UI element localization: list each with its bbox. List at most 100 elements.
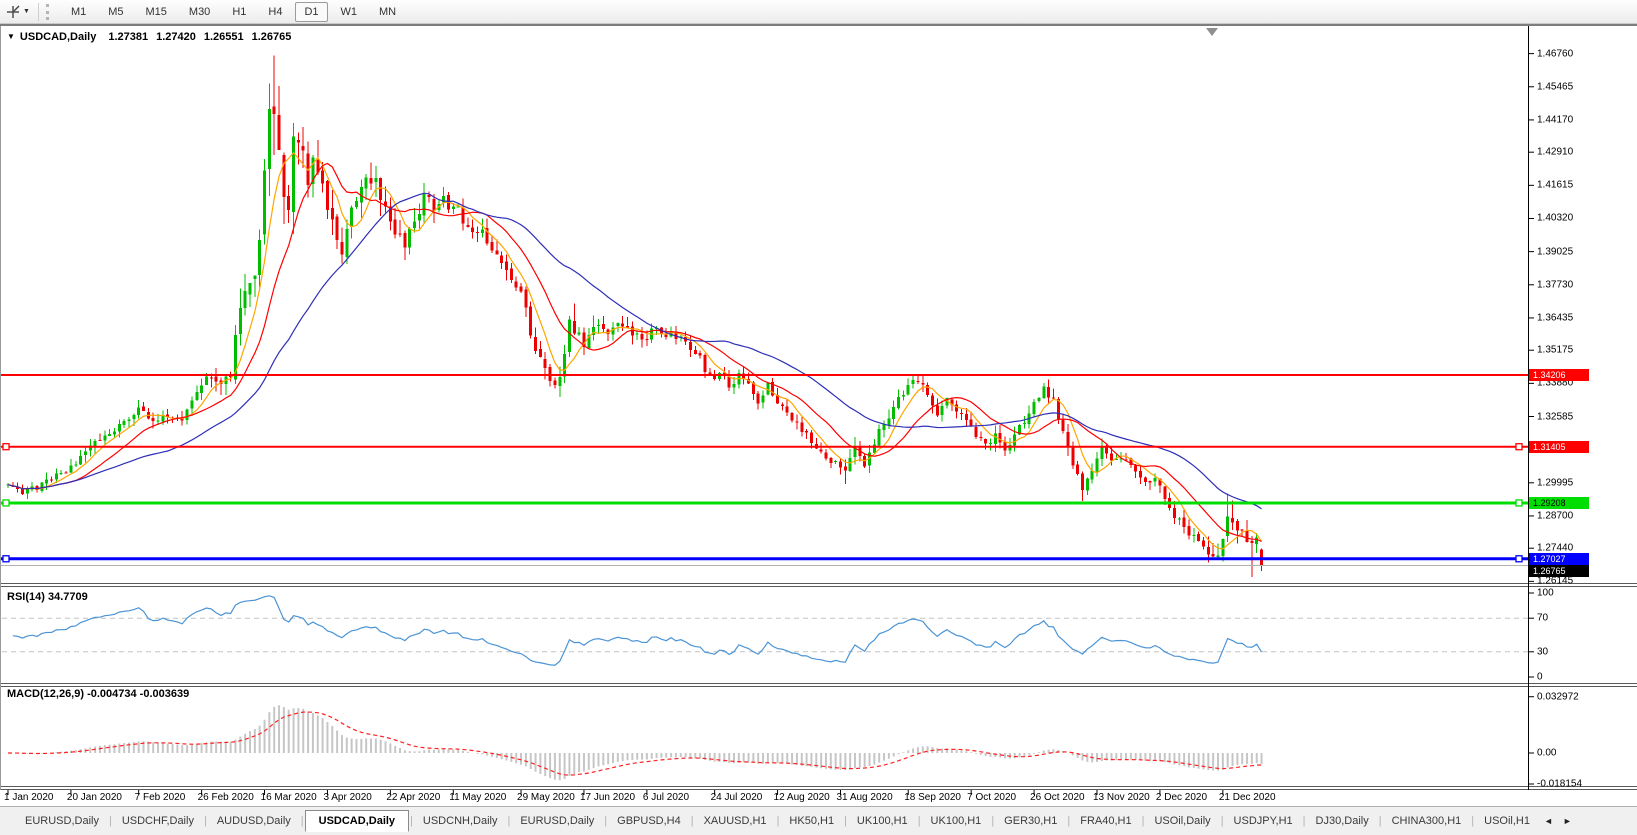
chart-tab-hk50h1[interactable]: HK50,H1 bbox=[780, 811, 843, 831]
price-tick-label: 1.26145 bbox=[1537, 576, 1573, 587]
macd-signal-line bbox=[8, 712, 1262, 775]
tab-separator: | bbox=[777, 815, 780, 827]
price-tick-label: 1.37730 bbox=[1537, 279, 1573, 290]
ohlc-open-value: 1.27381 bbox=[108, 31, 148, 43]
price-tick-label: 1.28700 bbox=[1537, 510, 1573, 521]
chart-tab-usdcnhdaily[interactable]: USDCNH,Daily bbox=[414, 811, 507, 831]
date-tick-label: 1 Jan 2020 bbox=[4, 792, 54, 803]
chart-tab-ger30h1[interactable]: GER30,H1 bbox=[995, 811, 1066, 831]
line-handle[interactable] bbox=[1516, 556, 1522, 562]
current-price-badge: 1.26765 bbox=[1529, 565, 1589, 577]
chart-tab-gbpusdh4[interactable]: GBPUSD,H4 bbox=[608, 811, 690, 831]
price-line-badge-1-34206: 1.34206 bbox=[1529, 369, 1589, 381]
date-tick-label: 11 May 2020 bbox=[449, 792, 506, 803]
date-tick-label: 6 Jul 2020 bbox=[643, 792, 689, 803]
price-tick-label: 1.42910 bbox=[1537, 147, 1573, 158]
chart-canvas[interactable] bbox=[0, 0, 1637, 835]
date-tick-label: 31 Aug 2020 bbox=[836, 792, 892, 803]
tab-separator: | bbox=[301, 815, 304, 827]
chart-tab-eurusddaily[interactable]: EURUSD,Daily bbox=[16, 811, 108, 831]
collapse-indicator-icon[interactable]: ▼ bbox=[7, 32, 15, 41]
chart-tab-china300h1[interactable]: CHINA300,H1 bbox=[1383, 811, 1471, 831]
price-line-badge-1-29208: 1.29208 bbox=[1529, 497, 1589, 509]
date-tick-label: 7 Feb 2020 bbox=[135, 792, 186, 803]
tab-separator: | bbox=[1303, 815, 1306, 827]
date-tick-label: 17 Jun 2020 bbox=[580, 792, 635, 803]
price-tick-label: 1.44170 bbox=[1537, 114, 1573, 125]
chart-tab-usoildaily[interactable]: USOil,Daily bbox=[1145, 811, 1219, 831]
tab-separator: | bbox=[1142, 815, 1145, 827]
date-tick-label: 3 Apr 2020 bbox=[323, 792, 371, 803]
chart-tab-fra40h1[interactable]: FRA40,H1 bbox=[1071, 811, 1140, 831]
chart-tab-uk100h1[interactable]: UK100,H1 bbox=[922, 811, 991, 831]
tab-separator: | bbox=[1221, 815, 1224, 827]
date-tick-label: 16 Mar 2020 bbox=[261, 792, 317, 803]
chart-tab-usdchfdaily[interactable]: USDCHF,Daily bbox=[113, 811, 203, 831]
date-tick-label: 26 Oct 2020 bbox=[1030, 792, 1084, 803]
tab-separator: | bbox=[1471, 815, 1474, 827]
tab-separator: | bbox=[844, 815, 847, 827]
chart-tab-audusddaily[interactable]: AUDUSD,Daily bbox=[208, 811, 300, 831]
chart-tab-usoilh1[interactable]: USOil,H1 bbox=[1475, 811, 1539, 831]
price-tick-label: 1.39025 bbox=[1537, 246, 1573, 257]
price-tick-label: 1.45465 bbox=[1537, 81, 1573, 92]
line-handle[interactable] bbox=[3, 556, 9, 562]
date-tick-label: 12 Aug 2020 bbox=[774, 792, 830, 803]
chart-title: ▼ USDCAD,Daily 1.27381 1.27420 1.26551 1.2676… bbox=[7, 31, 291, 43]
rsi-panel[interactable] bbox=[2, 596, 1528, 665]
price-tick-label: 1.40320 bbox=[1537, 213, 1573, 224]
price-tick-label: 1.35175 bbox=[1537, 345, 1573, 356]
macd-axis-label: 0.032972 bbox=[1537, 691, 1579, 702]
main-price-panel[interactable] bbox=[7, 56, 1264, 577]
date-tick-label: 24 Jul 2020 bbox=[711, 792, 763, 803]
panel-frames bbox=[0, 26, 1637, 795]
chart-tab-usdcaddaily[interactable]: USDCAD,Daily bbox=[305, 810, 409, 832]
tab-separator: | bbox=[410, 815, 413, 827]
macd-indicator-label: MACD(12,26,9) -0.004734 -0.003639 bbox=[7, 688, 189, 700]
tab-separator: | bbox=[1379, 815, 1382, 827]
price-tick-label: 1.46760 bbox=[1537, 48, 1573, 59]
ohlc-high-value: 1.27420 bbox=[156, 31, 196, 43]
mt4-chart-window: ▼ M1M5M15M30H1H4D1W1MN ▼USDCAD,Daily1.27… bbox=[0, 0, 1637, 835]
date-tick-label: 2 Dec 2020 bbox=[1156, 792, 1207, 803]
chart-tab-eurusddaily[interactable]: EURUSD,Daily bbox=[511, 811, 603, 831]
candlestick-series bbox=[7, 56, 1264, 577]
chart-shift-marker-icon[interactable] bbox=[1206, 28, 1218, 36]
ohlc-low-value: 1.26551 bbox=[204, 31, 244, 43]
line-handle[interactable] bbox=[1516, 500, 1522, 506]
tab-separator: | bbox=[991, 815, 994, 827]
tab-separator: | bbox=[604, 815, 607, 827]
rsi-axis-label: 0 bbox=[1537, 672, 1543, 683]
date-tick-label: 22 Apr 2020 bbox=[386, 792, 440, 803]
tab-separator: | bbox=[1067, 815, 1070, 827]
price-tick-label: 1.41615 bbox=[1537, 180, 1573, 191]
macd-histogram bbox=[8, 705, 1262, 780]
tab-separator: | bbox=[109, 815, 112, 827]
tab-scroll-left-icon[interactable]: ◄ bbox=[1544, 816, 1553, 826]
ma-line-medium bbox=[8, 163, 1262, 541]
rsi-axis-label: 70 bbox=[1537, 613, 1548, 624]
tab-scroll-right-icon[interactable]: ► bbox=[1563, 816, 1572, 826]
rsi-line bbox=[13, 596, 1262, 665]
chart-tab-usdjpyh1[interactable]: USDJPY,H1 bbox=[1225, 811, 1302, 831]
horizontal-lines-layer[interactable] bbox=[0, 375, 1528, 565]
symbol-period-label: USDCAD,Daily bbox=[20, 31, 96, 43]
ohlc-close-value: 1.26765 bbox=[252, 31, 292, 43]
line-handle[interactable] bbox=[3, 444, 9, 450]
line-handle[interactable] bbox=[3, 500, 9, 506]
chart-tab-uk100h1[interactable]: UK100,H1 bbox=[848, 811, 917, 831]
tab-separator: | bbox=[691, 815, 694, 827]
price-line-badge-1-27027: 1.27027 bbox=[1529, 553, 1589, 565]
chart-tab-xauusdh1[interactable]: XAUUSD,H1 bbox=[695, 811, 776, 831]
date-tick-label: 7 Oct 2020 bbox=[967, 792, 1016, 803]
line-handle[interactable] bbox=[1516, 444, 1522, 450]
rsi-indicator-label: RSI(14) 34.7709 bbox=[7, 591, 88, 603]
date-tick-label: 21 Dec 2020 bbox=[1219, 792, 1276, 803]
date-tick-label: 26 Feb 2020 bbox=[198, 792, 254, 803]
rsi-axis-label: 30 bbox=[1537, 646, 1548, 657]
macd-panel[interactable] bbox=[8, 705, 1262, 780]
chart-tab-dj30daily[interactable]: DJ30,Daily bbox=[1307, 811, 1378, 831]
chart-tab-bar: EURUSD,Daily|USDCHF,Daily|AUDUSD,Daily|U… bbox=[0, 806, 1637, 835]
date-tick-label: 13 Nov 2020 bbox=[1093, 792, 1150, 803]
price-tick-label: 1.29995 bbox=[1537, 477, 1573, 488]
